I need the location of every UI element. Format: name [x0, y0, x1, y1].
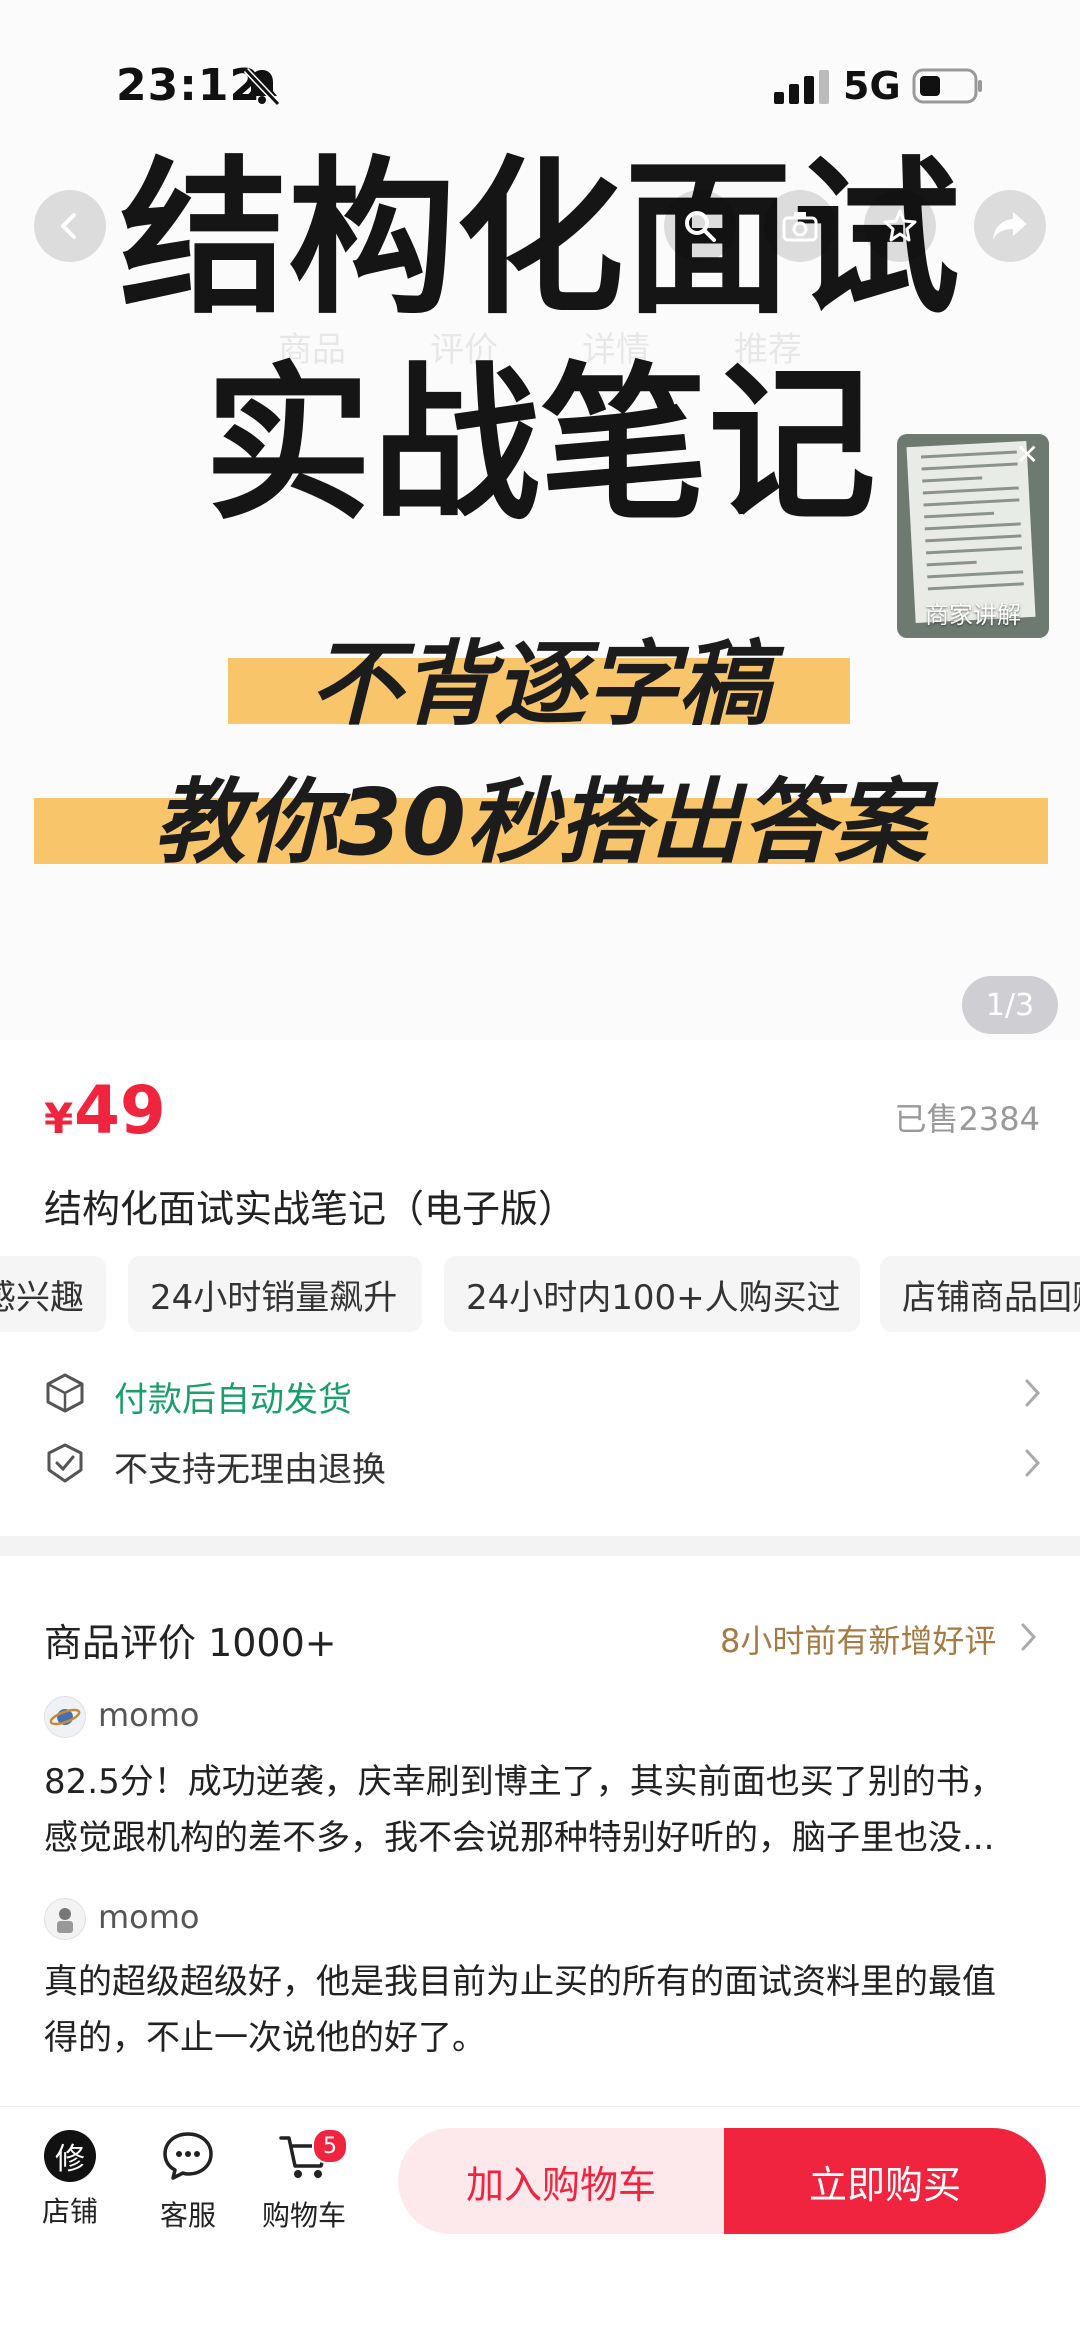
review-text-line: 82.5分！成功逆袭，庆幸刷到博主了，其实前面也买了别的书， — [44, 1762, 1004, 1802]
price-currency: ¥ — [44, 1094, 74, 1143]
box-icon — [46, 1373, 84, 1413]
chat-icon — [163, 2132, 213, 2180]
reviews-heading[interactable]: 商品评价 1000+ — [44, 1612, 337, 1667]
favorite-button[interactable] — [864, 190, 936, 262]
chevron-left-icon — [61, 213, 76, 239]
hero-slogan-line2: 教你30秒搭出答案 — [153, 769, 927, 876]
share-button[interactable] — [974, 190, 1046, 262]
search-button[interactable] — [664, 190, 736, 262]
buy-now-button[interactable]: 立即购买 — [724, 2128, 1046, 2234]
shop-label: 店铺 — [41, 2195, 98, 2228]
back-button[interactable] — [34, 190, 106, 262]
chevron-right-icon — [1025, 1379, 1041, 1407]
cart-count-badge: 5 — [312, 2128, 348, 2164]
video-label: 商家讲解 — [925, 601, 1021, 629]
chevron-right-icon[interactable] — [1018, 1620, 1040, 1654]
bell-muted-icon — [243, 67, 281, 107]
service-no-return[interactable]: 不支持无理由退换 — [44, 1436, 1044, 1490]
tag-interested[interactable]: 感兴趣 — [0, 1256, 106, 1332]
new-reviews-note[interactable]: 8小时前有新增好评 — [720, 1616, 996, 1662]
avatar — [44, 1898, 86, 1940]
shop-logo: 修 — [44, 2130, 96, 2182]
sold-count: 已售2384 — [894, 1100, 1040, 1138]
service-text: 付款后自动发货 — [114, 1380, 352, 1420]
close-icon[interactable]: ✕ — [1016, 438, 1039, 471]
service-auto-delivery[interactable]: 付款后自动发货 — [44, 1366, 1044, 1420]
share-icon — [993, 212, 1027, 240]
camera-button[interactable] — [764, 190, 836, 262]
service-text: 不支持无理由退换 — [114, 1450, 386, 1490]
review-text[interactable]: 82.5分！成功逆袭，庆幸刷到博主了，其实前面也买了别的书， 感觉跟机构的差不多… — [44, 1754, 1034, 1866]
person-icon — [45, 1899, 85, 1939]
cart-label: 购物车 — [261, 2199, 346, 2232]
shop-button[interactable]: 修 店铺 — [20, 2130, 120, 2230]
review-username: momo — [98, 1898, 200, 1936]
price-value: 49 — [74, 1072, 166, 1149]
tag-bought-recently[interactable]: 24小时内100+人购买过 — [444, 1256, 860, 1332]
search-icon — [685, 211, 716, 242]
review-text-line: 真的超级超级好，他是我目前为止买的所有的面试资料里的最值 — [44, 1962, 996, 2002]
battery-icon — [912, 68, 982, 104]
planet-icon — [49, 1708, 81, 1726]
section-divider — [0, 1536, 1080, 1556]
image-counter: 1/3 — [962, 976, 1058, 1034]
avatar — [44, 1696, 86, 1738]
tag-repurchase[interactable]: 店铺商品回购 — [880, 1256, 1080, 1332]
signal-icon — [774, 70, 829, 104]
tag-row: 感兴趣 24小时销量飙升 24小时内100+人购买过 店铺商品回购 — [0, 1256, 1080, 1332]
add-to-cart-button[interactable]: 加入购物车 — [398, 2128, 724, 2234]
camera-icon — [782, 212, 818, 242]
network-type: 5G — [843, 64, 901, 108]
product-title: 结构化面试实战笔记（电子版） — [44, 1187, 577, 1231]
shield-check-icon — [47, 1443, 83, 1483]
tag-sales-surge[interactable]: 24小时销量飙升 — [128, 1256, 422, 1332]
review-text-line: 得的，不止一次说他的好了。 — [44, 2018, 486, 2058]
star-icon — [883, 209, 917, 242]
customer-service-button[interactable]: 客服 — [138, 2130, 238, 2234]
review-text-line: 感觉跟机构的差不多，我不会说那种特别好听的，脑子里也没... — [44, 1818, 995, 1858]
service-label: 客服 — [159, 2199, 216, 2232]
chevron-right-icon — [1025, 1449, 1041, 1477]
review-text[interactable]: 真的超级超级好，他是我目前为止买的所有的面试资料里的最值 得的，不止一次说他的好… — [44, 1954, 1034, 2066]
merchant-video-thumbnail[interactable]: ✕ 商家讲解 — [897, 434, 1049, 638]
review-username: momo — [98, 1696, 200, 1734]
